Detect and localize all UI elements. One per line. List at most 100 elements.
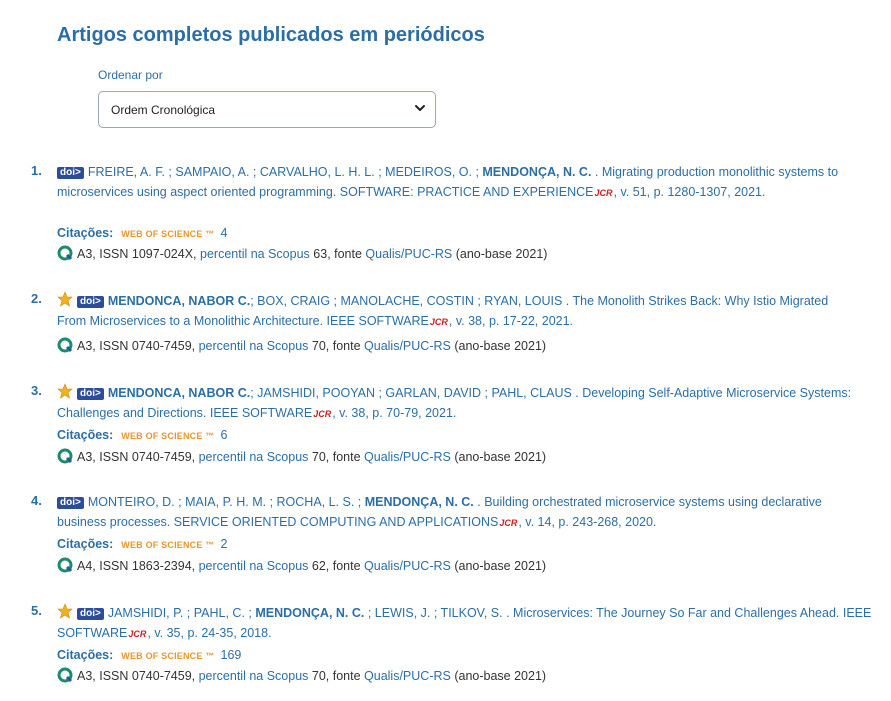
star-icon[interactable] <box>57 291 73 307</box>
citations-count[interactable]: 169 <box>221 648 242 662</box>
author-highlight: MENDONCA, NABOR C. <box>107 294 251 308</box>
article-number: 5. <box>31 603 42 618</box>
percentil-link[interactable]: percentil na Scopus <box>199 450 309 464</box>
fonte-label: , fonte <box>325 450 365 464</box>
qualis-link[interactable]: Qualis/PUC-RS <box>364 669 451 683</box>
qualis-row: A3, ISSN 0740-7459, percentil na Scopus … <box>57 667 546 685</box>
citations-count[interactable]: 4 <box>221 226 228 240</box>
qualis-icon <box>57 337 73 353</box>
doi-link[interactable]: doi> <box>77 608 104 620</box>
qualis-icon <box>57 245 73 261</box>
qualis-row: A3, ISSN 0740-7459, percentil na Scopus … <box>57 337 546 355</box>
ano-base: (ano-base 2021) <box>450 450 547 464</box>
article-number: 3. <box>31 383 42 398</box>
citations-count[interactable]: 2 <box>221 537 228 551</box>
qualis-link[interactable]: Qualis/PUC-RS <box>365 247 452 261</box>
citations-label: Citações: <box>57 537 114 551</box>
fonte-label: , fonte <box>325 559 365 573</box>
qualis-row: A3, ISSN 1097-024X, percentil na Scopus … <box>57 245 547 263</box>
citations-label: Citações: <box>57 648 114 662</box>
jcr-badge[interactable]: JCR <box>595 188 613 198</box>
percentil-link[interactable]: percentil na Scopus <box>200 247 310 261</box>
percentil-link[interactable]: percentil na Scopus <box>199 669 309 683</box>
article-reference: doi> MENDONCA, NABOR C.; BOX, CRAIG ; MAN… <box>57 291 857 332</box>
section-title: Artigos completos publicados em periódic… <box>57 24 485 46</box>
article-authors: MONTEIRO, D. ; MAIA, P. H. M. ; ROCHA, L… <box>87 495 365 509</box>
percentil-value: 70 <box>308 450 326 464</box>
web-of-science-logo: WEB OF SCIENCE ™ <box>121 651 215 661</box>
author-highlight: MENDONCA, NABOR C. <box>107 386 251 400</box>
article-details: , v. 51, p. 1280-1307, 2021. <box>613 184 766 199</box>
web-of-science-logo: WEB OF SCIENCE ™ <box>121 229 215 239</box>
article-details: , v. 14, p. 243-268, 2020. <box>518 514 657 529</box>
qualis-icon <box>57 448 73 464</box>
qualis-link[interactable]: Qualis/PUC-RS <box>364 559 451 573</box>
article-authors-rest: ; BOX, CRAIG ; MANOLACHE, COSTIN ; RYAN,… <box>250 294 563 308</box>
fonte-label: , fonte <box>327 247 366 261</box>
doi-link[interactable]: doi> <box>77 388 104 400</box>
qualis-link[interactable]: Qualis/PUC-RS <box>364 450 451 464</box>
article-number: 1. <box>31 163 42 178</box>
percentil-value: 62 <box>308 559 326 573</box>
qualis-icon <box>57 557 73 573</box>
citations-row: Citações: WEB OF SCIENCE ™ 169 <box>57 648 241 666</box>
jcr-badge[interactable]: JCR <box>499 518 517 528</box>
ano-base: (ano-base 2021) <box>450 559 547 573</box>
sort-select-value: Ordem Cronológica <box>111 103 216 117</box>
article-authors: JAMSHIDI, P. ; PAHL, C. ; <box>107 606 256 620</box>
star-icon[interactable] <box>57 603 73 619</box>
citations-row: Citações: WEB OF SCIENCE ™ 2 <box>57 537 227 555</box>
fonte-label: , fonte <box>325 669 365 683</box>
article-reference: doi> MONTEIRO, D. ; MAIA, P. H. M. ; ROCH… <box>57 493 857 533</box>
qualis-info: A4, ISSN 1863-2394, <box>77 559 199 573</box>
jcr-badge[interactable]: JCR <box>430 317 448 327</box>
article-reference: doi> JAMSHIDI, P. ; PAHL, C. ; MENDONÇA, … <box>57 603 872 644</box>
article-authors-rest: ; LEWIS, J. ; TILKOV, S. <box>364 606 503 620</box>
ano-base: (ano-base 2021) <box>450 669 547 683</box>
citations-label: Citações: <box>57 226 114 240</box>
doi-link[interactable]: doi> <box>57 497 84 509</box>
article-number: 2. <box>31 291 42 306</box>
ano-base: (ano-base 2021) <box>450 339 547 353</box>
qualis-info: A3, ISSN 0740-7459, <box>77 339 199 353</box>
doi-link[interactable]: doi> <box>57 167 84 179</box>
article-reference: doi> FREIRE, A. F. ; SAMPAIO, A. ; CARVAL… <box>57 163 857 203</box>
citations-row: Citações: WEB OF SCIENCE ™ 4 <box>57 226 227 244</box>
star-icon[interactable] <box>57 383 73 399</box>
percentil-link[interactable]: percentil na Scopus <box>199 339 309 353</box>
citations-label: Citações: <box>57 428 114 442</box>
ano-base: (ano-base 2021) <box>452 247 548 261</box>
percentil-value: 70 <box>308 669 326 683</box>
author-highlight: MENDONÇA, N. C. <box>364 495 474 509</box>
author-highlight: MENDONÇA, N. C. <box>255 606 365 620</box>
sort-label: Ordenar por <box>98 68 163 82</box>
percentil-value: 63 <box>309 247 328 261</box>
qualis-link[interactable]: Qualis/PUC-RS <box>364 339 451 353</box>
article-reference: doi> MENDONCA, NABOR C.; JAMSHIDI, POOYAN… <box>57 383 857 424</box>
article-details: , v. 38, p. 17-22, 2021. <box>448 313 574 328</box>
web-of-science-logo: WEB OF SCIENCE ™ <box>121 431 215 441</box>
author-highlight: MENDONÇA, N. C. <box>482 165 592 179</box>
percentil-link[interactable]: percentil na Scopus <box>199 559 309 573</box>
qualis-icon <box>57 667 73 683</box>
article-details: , v. 38, p. 70-79, 2021. <box>332 405 457 420</box>
jcr-badge[interactable]: JCR <box>313 409 331 419</box>
qualis-info: A3, ISSN 1097-024X, <box>77 247 200 261</box>
sort-select[interactable]: Ordem Cronológica <box>98 91 436 128</box>
article-details: , v. 35, p. 24-35, 2018. <box>147 625 272 640</box>
web-of-science-logo: WEB OF SCIENCE ™ <box>121 540 215 550</box>
citations-row: Citações: WEB OF SCIENCE ™ 6 <box>57 428 227 446</box>
article-authors: FREIRE, A. F. ; SAMPAIO, A. ; CARVALHO, … <box>87 165 483 179</box>
chevron-down-icon <box>415 105 425 111</box>
article-number: 4. <box>31 493 42 508</box>
qualis-row: A4, ISSN 1863-2394, percentil na Scopus … <box>57 557 546 575</box>
article-authors-rest: ; JAMSHIDI, POOYAN ; GARLAN, DAVID ; PAH… <box>250 386 572 400</box>
citations-count[interactable]: 6 <box>221 428 228 442</box>
jcr-badge[interactable]: JCR <box>128 629 146 639</box>
qualis-row: A3, ISSN 0740-7459, percentil na Scopus … <box>57 448 546 466</box>
qualis-info: A3, ISSN 0740-7459, <box>77 450 199 464</box>
qualis-info: A3, ISSN 0740-7459, <box>77 669 199 683</box>
fonte-label: , fonte <box>325 339 365 353</box>
percentil-value: 70 <box>308 339 326 353</box>
doi-link[interactable]: doi> <box>77 296 104 308</box>
